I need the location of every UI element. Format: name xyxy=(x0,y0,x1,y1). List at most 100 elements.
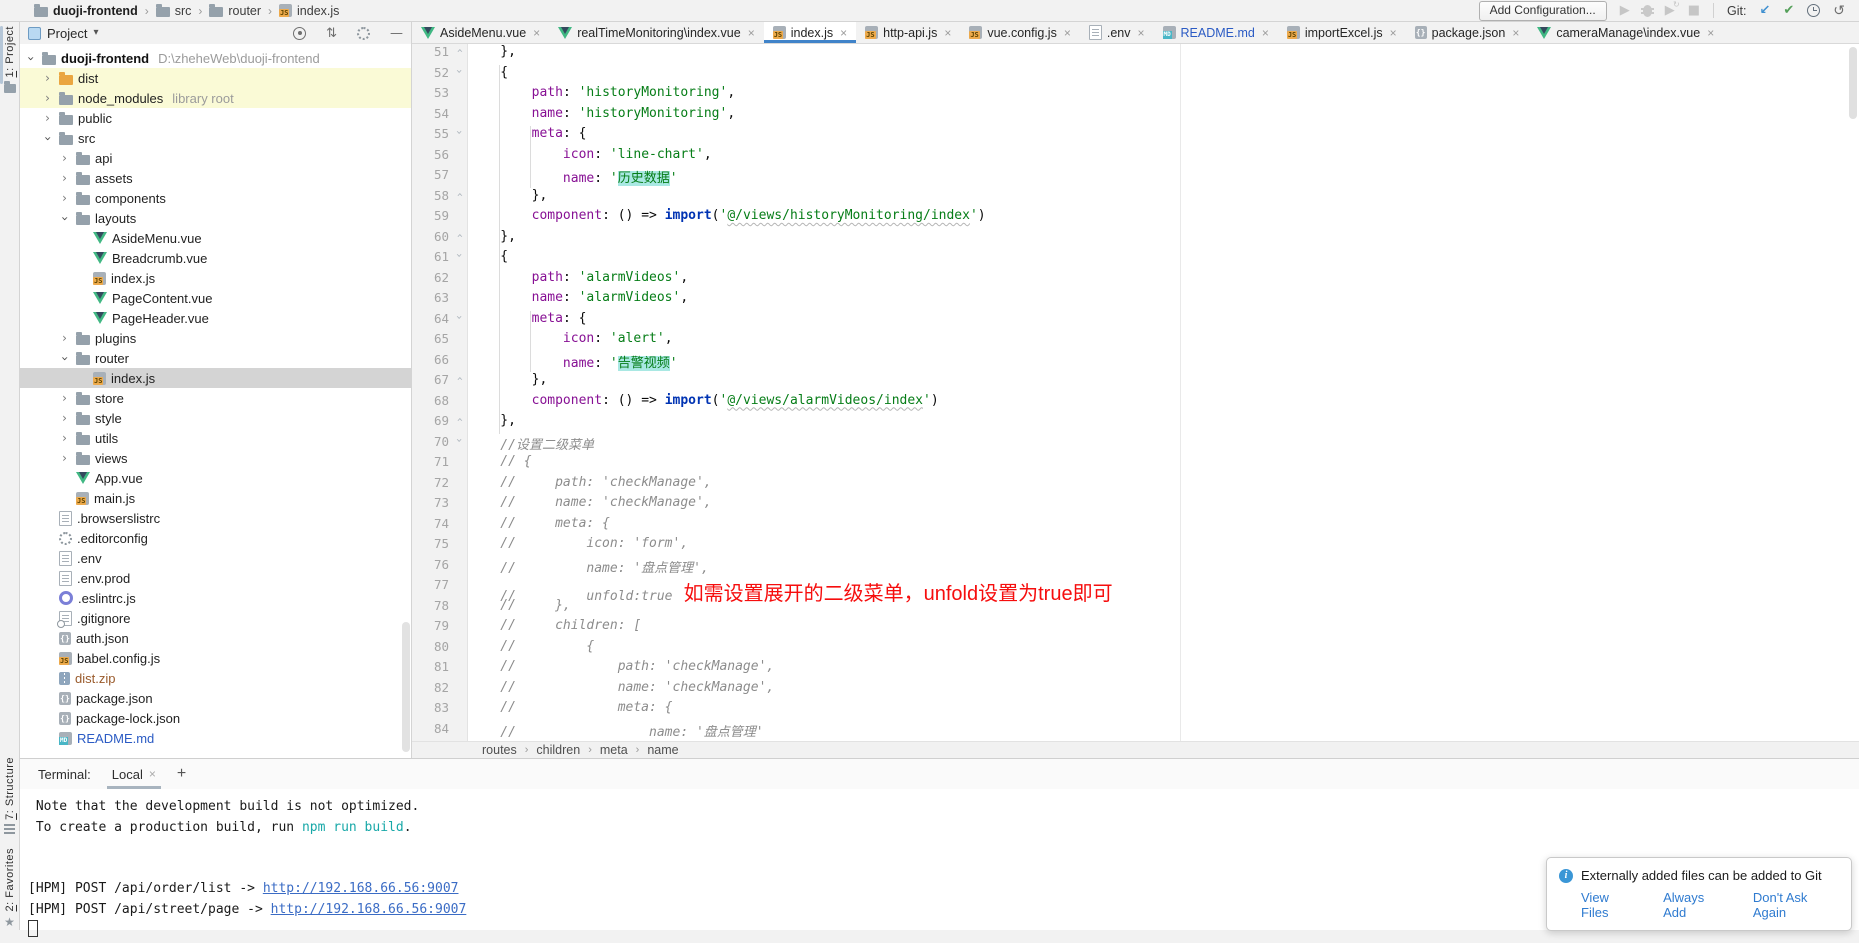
tree-item[interactable]: AsideMenu.vue xyxy=(20,228,411,248)
close-icon[interactable]: × xyxy=(1262,26,1269,40)
new-terminal-session-button[interactable]: + xyxy=(177,765,186,783)
editor-breadcrumb-item[interactable]: children xyxy=(536,743,580,757)
close-icon[interactable]: × xyxy=(840,26,847,40)
terminal-tab-local[interactable]: Local × xyxy=(107,759,161,789)
tree-item[interactable]: .editorconfig xyxy=(20,528,411,548)
tree-item[interactable]: Breadcrumb.vue xyxy=(20,248,411,268)
close-icon[interactable]: × xyxy=(1707,26,1714,40)
editor-tab[interactable]: AsideMenu.vue× xyxy=(412,22,549,43)
hide-panel-icon[interactable]: — xyxy=(390,27,403,40)
tree-arrow-icon[interactable]: › xyxy=(58,391,71,405)
tree-arrow-icon[interactable]: › xyxy=(58,331,71,345)
fold-marker-icon[interactable]: › xyxy=(453,434,466,447)
git-update-icon[interactable]: ↙ xyxy=(1759,4,1770,17)
project-tree-scrollbar[interactable] xyxy=(402,622,410,752)
tree-arrow-icon[interactable]: › xyxy=(41,111,54,125)
tree-item[interactable]: .env.prod xyxy=(20,568,411,588)
tree-item[interactable]: ›utils xyxy=(20,428,411,448)
tree-arrow-icon[interactable]: › xyxy=(41,71,54,85)
locate-file-icon[interactable] xyxy=(293,27,306,40)
panel-settings-gear-icon[interactable] xyxy=(357,27,370,40)
editor-tab[interactable]: http-api.js× xyxy=(856,22,960,43)
collapse-all-icon[interactable]: ⇅ xyxy=(326,27,337,40)
tree-arrow-icon[interactable]: › xyxy=(58,451,71,465)
breadcrumb-item[interactable]: router xyxy=(209,4,261,18)
tree-arrow-icon[interactable]: › xyxy=(58,191,71,205)
tool-window-tab-project[interactable]: 1: Project xyxy=(0,26,19,93)
editor-tab[interactable]: README.md× xyxy=(1154,22,1278,43)
tree-arrow-icon[interactable]: › xyxy=(24,52,38,65)
close-icon[interactable]: × xyxy=(944,26,951,40)
tree-item[interactable]: main.js xyxy=(20,488,411,508)
tree-item[interactable]: ›store xyxy=(20,388,411,408)
history-clock-icon[interactable] xyxy=(1807,4,1820,17)
tree-arrow-icon[interactable]: › xyxy=(58,431,71,445)
editor-tab[interactable]: cameraManage\index.vue× xyxy=(1528,22,1723,43)
tree-arrow-icon[interactable]: › xyxy=(58,151,71,165)
terminal-link[interactable]: http://192.168.66.56:9007 xyxy=(271,902,467,917)
project-panel-title[interactable]: Project xyxy=(47,26,87,41)
fold-marker-icon[interactable]: › xyxy=(453,188,466,201)
tree-arrow-icon[interactable]: › xyxy=(41,91,54,105)
tree-item[interactable]: auth.json xyxy=(20,628,411,648)
fold-marker-icon[interactable]: › xyxy=(453,372,466,385)
tree-item[interactable]: ›router xyxy=(20,348,411,368)
tree-item[interactable]: ›style xyxy=(20,408,411,428)
close-icon[interactable]: × xyxy=(149,767,156,781)
tree-item[interactable]: dist.zip xyxy=(20,668,411,688)
tree-item[interactable]: ›components xyxy=(20,188,411,208)
run-coverage-icon[interactable]: ▶↻ xyxy=(1665,4,1675,17)
tree-item[interactable]: package-lock.json xyxy=(20,708,411,728)
tree-item[interactable]: index.js xyxy=(20,268,411,288)
code-area[interactable]: }, { path: 'historyMonitoring', name: 'h… xyxy=(469,44,1859,741)
fold-marker-icon[interactable]: › xyxy=(453,311,466,324)
tree-arrow-icon[interactable]: › xyxy=(58,411,71,425)
stop-icon[interactable]: ■ xyxy=(1688,4,1700,17)
tree-item[interactable]: index.js xyxy=(20,368,411,388)
tree-arrow-icon[interactable]: › xyxy=(58,352,72,365)
tree-item[interactable]: ›public xyxy=(20,108,411,128)
tree-item[interactable]: ›layouts xyxy=(20,208,411,228)
fold-marker-icon[interactable]: › xyxy=(453,249,466,262)
tree-item[interactable]: ›plugins xyxy=(20,328,411,348)
close-icon[interactable]: × xyxy=(748,26,755,40)
tree-item[interactable]: ›src xyxy=(20,128,411,148)
tree-item[interactable]: ›assets xyxy=(20,168,411,188)
tree-item[interactable]: ›api xyxy=(20,148,411,168)
tree-item[interactable]: .gitignore xyxy=(20,608,411,628)
close-icon[interactable]: × xyxy=(1137,26,1144,40)
tree-item[interactable]: .eslintrc.js xyxy=(20,588,411,608)
editor-breadcrumb-item[interactable]: meta xyxy=(600,743,628,757)
tree-item[interactable]: ›dist xyxy=(20,68,411,88)
close-icon[interactable]: × xyxy=(533,26,540,40)
editor-tab[interactable]: importExcel.js× xyxy=(1278,22,1406,43)
chevron-down-icon[interactable]: ▾ xyxy=(93,28,98,38)
tree-item[interactable]: ›node_moduleslibrary root xyxy=(20,88,411,108)
debug-icon[interactable] xyxy=(1643,5,1652,17)
tree-item[interactable]: .env xyxy=(20,548,411,568)
notification-action-link[interactable]: View Files xyxy=(1581,890,1637,920)
tree-item[interactable]: .browserslistrc xyxy=(20,508,411,528)
editor-breadcrumb-item[interactable]: name xyxy=(647,743,678,757)
breadcrumb-item[interactable]: index.js xyxy=(279,4,339,18)
fold-marker-icon[interactable]: › xyxy=(453,126,466,139)
code-editor[interactable]: 51›52›535455›565758›5960›61›626364›65666… xyxy=(412,44,1859,741)
tree-item[interactable]: PageHeader.vue xyxy=(20,308,411,328)
fold-marker-icon[interactable]: › xyxy=(453,65,466,78)
editor-tab[interactable]: vue.config.js× xyxy=(960,22,1080,43)
tool-window-tab-structure[interactable]: 7: Structure xyxy=(0,757,19,838)
tree-item[interactable]: ›duoji-frontendD:\zheheWeb\duoji-fronten… xyxy=(20,48,411,68)
editor-scrollbar[interactable] xyxy=(1849,47,1857,119)
close-icon[interactable]: × xyxy=(1512,26,1519,40)
fold-marker-icon[interactable]: › xyxy=(453,229,466,242)
editor-tab[interactable]: .env× xyxy=(1080,22,1154,43)
close-icon[interactable]: × xyxy=(1064,26,1071,40)
terminal-link[interactable]: http://192.168.66.56:9007 xyxy=(263,881,459,896)
run-icon[interactable]: ▶ xyxy=(1620,4,1630,17)
tree-item[interactable]: ›views xyxy=(20,448,411,468)
tree-arrow-icon[interactable]: › xyxy=(58,171,71,185)
tree-item[interactable]: package.json xyxy=(20,688,411,708)
tree-item[interactable]: babel.config.js xyxy=(20,648,411,668)
tree-arrow-icon[interactable]: › xyxy=(41,132,55,145)
rollback-icon[interactable]: ↺ xyxy=(1833,4,1845,18)
